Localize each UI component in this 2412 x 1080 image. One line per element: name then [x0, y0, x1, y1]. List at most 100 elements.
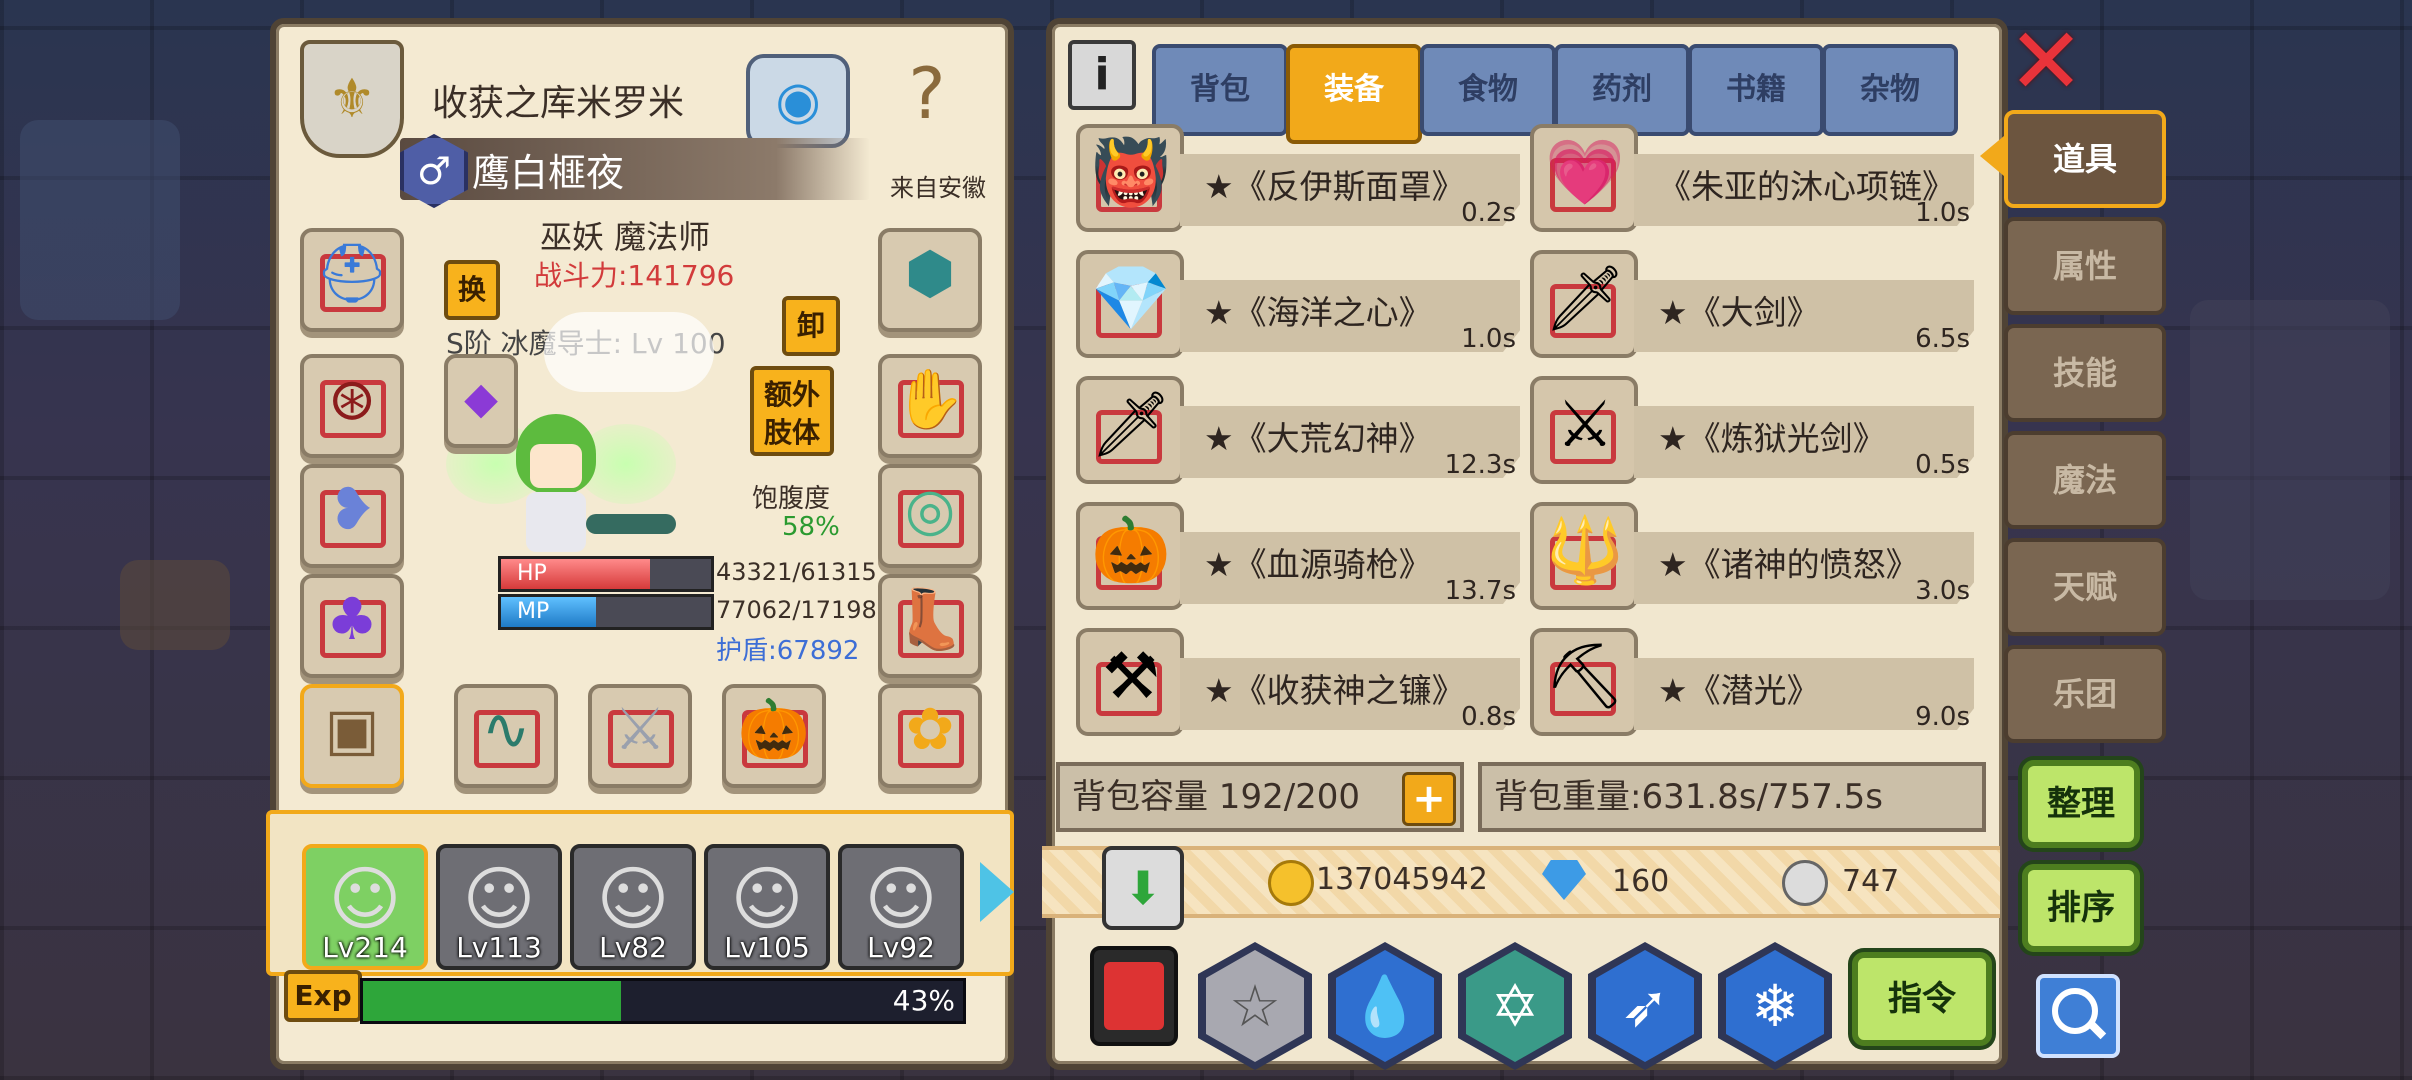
tab-0[interactable]: 背包	[1152, 44, 1288, 136]
race-class: 巫妖 魔法师	[540, 218, 711, 256]
skill-water[interactable]: 💧	[1328, 942, 1442, 1070]
close-icon[interactable]: ✕	[2006, 16, 2086, 108]
inventory-item[interactable]: 🎃 ★《血源骑枪》 13.7s	[1076, 502, 1522, 610]
inventory-item[interactable]: 🔱 ★《诸神的愤怒》 3.0s	[1530, 502, 1976, 610]
tab-5[interactable]: 杂物	[1822, 44, 1958, 136]
crest-slot[interactable]: ⬢	[878, 228, 982, 332]
tab-4[interactable]: 书籍	[1688, 44, 1824, 136]
exp-label: Exp	[284, 970, 362, 1022]
inventory-item[interactable]: ⚒ ★《收获神之镰》 0.8s	[1076, 628, 1522, 736]
party-member-card[interactable]: ☺ Lv82	[570, 844, 696, 970]
mp-bar: MP	[498, 594, 714, 630]
command-button[interactable]: 指令	[1852, 952, 1992, 1046]
flower-ring-icon: ✿	[905, 695, 955, 763]
serpent-staff-icon: ∿	[481, 695, 531, 763]
amulet-icon: ⊛	[327, 365, 377, 433]
helmet-slot[interactable]: ⛑	[300, 228, 404, 332]
character-body	[526, 492, 586, 552]
party-member-card[interactable]: ☺ Lv113	[436, 844, 562, 970]
swap-button[interactable]: 换	[444, 260, 500, 320]
download-button[interactable]: ⬇	[1102, 846, 1184, 930]
side-tab-2[interactable]: 技能	[2004, 324, 2166, 422]
info-button[interactable]: i	[1068, 40, 1136, 110]
cape-slot[interactable]: ♣	[300, 574, 404, 678]
extra-limb-button[interactable]: 额外 肢体	[750, 366, 834, 456]
item-weight: 0.5s	[1915, 450, 1970, 480]
party-member-card[interactable]: ☺ Lv92	[838, 844, 964, 970]
amulet-slot[interactable]: ⊛	[300, 354, 404, 458]
side-tab-4[interactable]: 天赋	[2004, 538, 2166, 636]
skill-hexagram[interactable]: ✡	[1458, 942, 1572, 1070]
inventory-item[interactable]: 🗡 ★《大剑》 6.5s	[1530, 250, 1976, 358]
skill-snowflake[interactable]: ❄	[1718, 942, 1832, 1070]
item-weight: 13.7s	[1444, 576, 1516, 606]
tab-3[interactable]: 药剂	[1554, 44, 1690, 136]
weapon-slot-1[interactable]: ∿	[454, 684, 558, 788]
golden-spear-icon: 🔱	[1545, 514, 1625, 588]
item-slot[interactable]: 💗	[1530, 124, 1638, 232]
boots-icon: 👢	[893, 585, 967, 653]
skill-star[interactable]: ☆	[1198, 942, 1312, 1070]
character-title: 收获之库米罗米	[432, 83, 685, 124]
item-weight: 1.0s	[1461, 324, 1516, 354]
side-tab-1[interactable]: 属性	[2004, 217, 2166, 315]
dagger-icon: 🗡	[1090, 388, 1172, 462]
mirror-slot[interactable]: ◎	[878, 464, 982, 568]
background-decor	[20, 120, 180, 320]
background-decor	[2190, 300, 2390, 600]
search-button[interactable]	[2036, 974, 2120, 1058]
inventory-item[interactable]: 💗 《朱亚的沐心项链》 1.0s	[1530, 124, 1976, 232]
weapon-slot-2[interactable]: ⚔	[588, 684, 692, 788]
mirror-icon: ◎	[904, 475, 956, 543]
ring-slot-bottom-left[interactable]: ▣	[300, 684, 404, 788]
side-tab-5[interactable]: 乐团	[2004, 645, 2166, 743]
weapon-slot-3[interactable]: 🎃	[722, 684, 826, 788]
exp-bar-fill	[363, 981, 621, 1021]
expand-capacity-button[interactable]: +	[1402, 772, 1456, 826]
skill-spear[interactable]: ➶	[1588, 942, 1702, 1070]
inventory-item[interactable]: 💎 ★《海洋之心》 1.0s	[1076, 250, 1522, 358]
side-tab-3[interactable]: 魔法	[2004, 431, 2166, 529]
hp-value: 43321/61315	[716, 558, 877, 586]
tab-2[interactable]: 食物	[1420, 44, 1556, 136]
side-tab-0[interactable]: 道具	[2004, 110, 2166, 208]
flower-ring-slot[interactable]: ✿	[878, 684, 982, 788]
combat-power: 战斗力:141796	[534, 259, 735, 292]
scythe-icon: ⚒	[1102, 640, 1160, 714]
inventory-item[interactable]: 🗡 ★《大荒幻神》 12.3s	[1076, 376, 1522, 484]
party-member-card[interactable]: ☺ Lv214	[302, 844, 428, 970]
item-slot[interactable]: 👹	[1076, 124, 1184, 232]
item-slot[interactable]: ⛏	[1530, 628, 1638, 736]
item-slot[interactable]: 🔱	[1530, 502, 1638, 610]
party-next-arrow-icon[interactable]	[980, 862, 1014, 922]
member-level: Lv214	[322, 931, 408, 964]
greatsword-icon: 🗡	[1544, 262, 1626, 336]
organize-button[interactable]: 整理	[2022, 760, 2140, 848]
sort-button[interactable]: 排序	[2022, 864, 2140, 952]
boots-slot[interactable]: 👢	[878, 574, 982, 678]
inventory-item[interactable]: ⛏ ★《潜光》 9.0s	[1530, 628, 1976, 736]
portal-icon[interactable]: ◉	[746, 54, 850, 148]
inventory-item[interactable]: ⚔ ★《炼狱光剑》 0.5s	[1530, 376, 1976, 484]
item-name: ★《血源骑枪》	[1204, 545, 1432, 584]
wing-slot[interactable]: ❥	[300, 464, 404, 568]
character-face	[530, 444, 582, 488]
item-slot[interactable]: 💎	[1076, 250, 1184, 358]
item-slot[interactable]: 🗡	[1530, 250, 1638, 358]
inventory-item[interactable]: 👹 ★《反伊斯面罩》 0.2s	[1076, 124, 1522, 232]
glove-slot[interactable]: ✋	[878, 354, 982, 458]
item-slot[interactable]: 🎃	[1076, 502, 1184, 610]
rune-slot[interactable]: ◆	[444, 354, 518, 448]
pumpkin-key-icon: 🎃	[737, 695, 811, 763]
character-name: 鹰白榧夜	[472, 151, 625, 195]
item-slot[interactable]: ⚒	[1076, 628, 1184, 736]
character-panel: ⚜ 收获之库米罗米 ◉ ? ♂ 鹰白榧夜 来自安徽 巫妖 魔法师 战斗力:141…	[266, 18, 1014, 1070]
unequip-button[interactable]: 卸	[782, 296, 840, 356]
hanger-icon[interactable]: ?	[862, 44, 992, 144]
quickbar-123-button[interactable]	[1090, 946, 1178, 1046]
item-slot[interactable]: ⚔	[1530, 376, 1638, 484]
item-slot[interactable]: 🗡	[1076, 376, 1184, 484]
item-name: ★《大剑》	[1658, 293, 1820, 332]
gender-symbol: ♂	[416, 149, 452, 193]
party-member-card[interactable]: ☺ Lv105	[704, 844, 830, 970]
